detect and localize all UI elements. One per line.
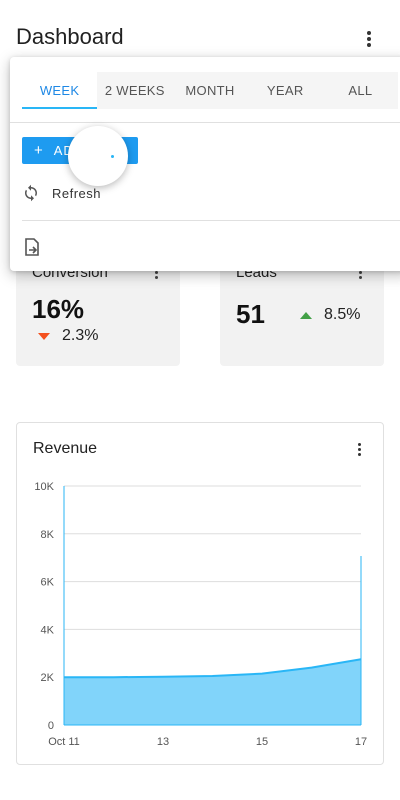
x-tick-label: Oct 11 <box>48 736 80 748</box>
loading-spinner <box>68 126 128 186</box>
tab-month[interactable]: MONTH <box>172 72 247 109</box>
spinner-indicator <box>110 154 114 158</box>
revenue-card: Revenue 0 2K 4K 6K 8K 10K Oct 11 13 15 17 <box>16 422 384 765</box>
y-tick-label: 6K <box>41 577 55 589</box>
plus-icon: + <box>34 142 44 159</box>
tab-2-weeks[interactable]: 2 WEEKS <box>97 72 172 109</box>
trend-up-icon <box>300 311 312 319</box>
export-icon[interactable] <box>24 238 40 256</box>
conversion-card: Conversion 16% 2.3% <box>16 256 180 366</box>
y-tick-label: 0 <box>48 720 54 732</box>
metric-value: 16% <box>32 294 85 324</box>
trend-down-icon <box>38 332 50 340</box>
tab-year[interactable]: YEAR <box>248 72 323 109</box>
refresh-label: Refresh <box>52 185 102 201</box>
delta-value: 8.5% <box>324 306 361 323</box>
more-vert-icon[interactable] <box>359 29 379 49</box>
y-tick-label: 4K <box>41 624 55 636</box>
metric-delta: 8.5% <box>300 306 360 324</box>
y-tick-label: 2K <box>41 672 55 684</box>
metric-delta: 2.3% <box>38 327 98 345</box>
leads-card: Leads 51 8.5% <box>220 256 384 366</box>
refresh-icon <box>25 184 37 202</box>
x-tick-label: 15 <box>256 736 268 748</box>
revenue-area <box>64 659 361 725</box>
y-tick-label: 8K <box>41 529 55 541</box>
page-title: Dashboard <box>16 24 124 49</box>
range-tabs: WEEK 2 WEEKS MONTH YEAR ALL <box>22 72 398 109</box>
delta-value: 2.3% <box>62 327 99 344</box>
x-tick-label: 13 <box>157 736 169 748</box>
revenue-chart: 0 2K 4K 6K 8K 10K Oct 11 13 15 17 <box>34 481 367 748</box>
metric-value: 51 <box>236 299 265 329</box>
tab-all[interactable]: ALL <box>323 72 398 109</box>
divider <box>10 122 400 123</box>
dashboard-menu: WEEK 2 WEEKS MONTH YEAR ALL + ADD Refres… <box>10 57 400 271</box>
tab-week[interactable]: WEEK <box>22 72 98 109</box>
x-tick-label: 17 <box>355 736 367 748</box>
y-tick-label: 10K <box>34 481 54 493</box>
divider <box>22 220 400 221</box>
